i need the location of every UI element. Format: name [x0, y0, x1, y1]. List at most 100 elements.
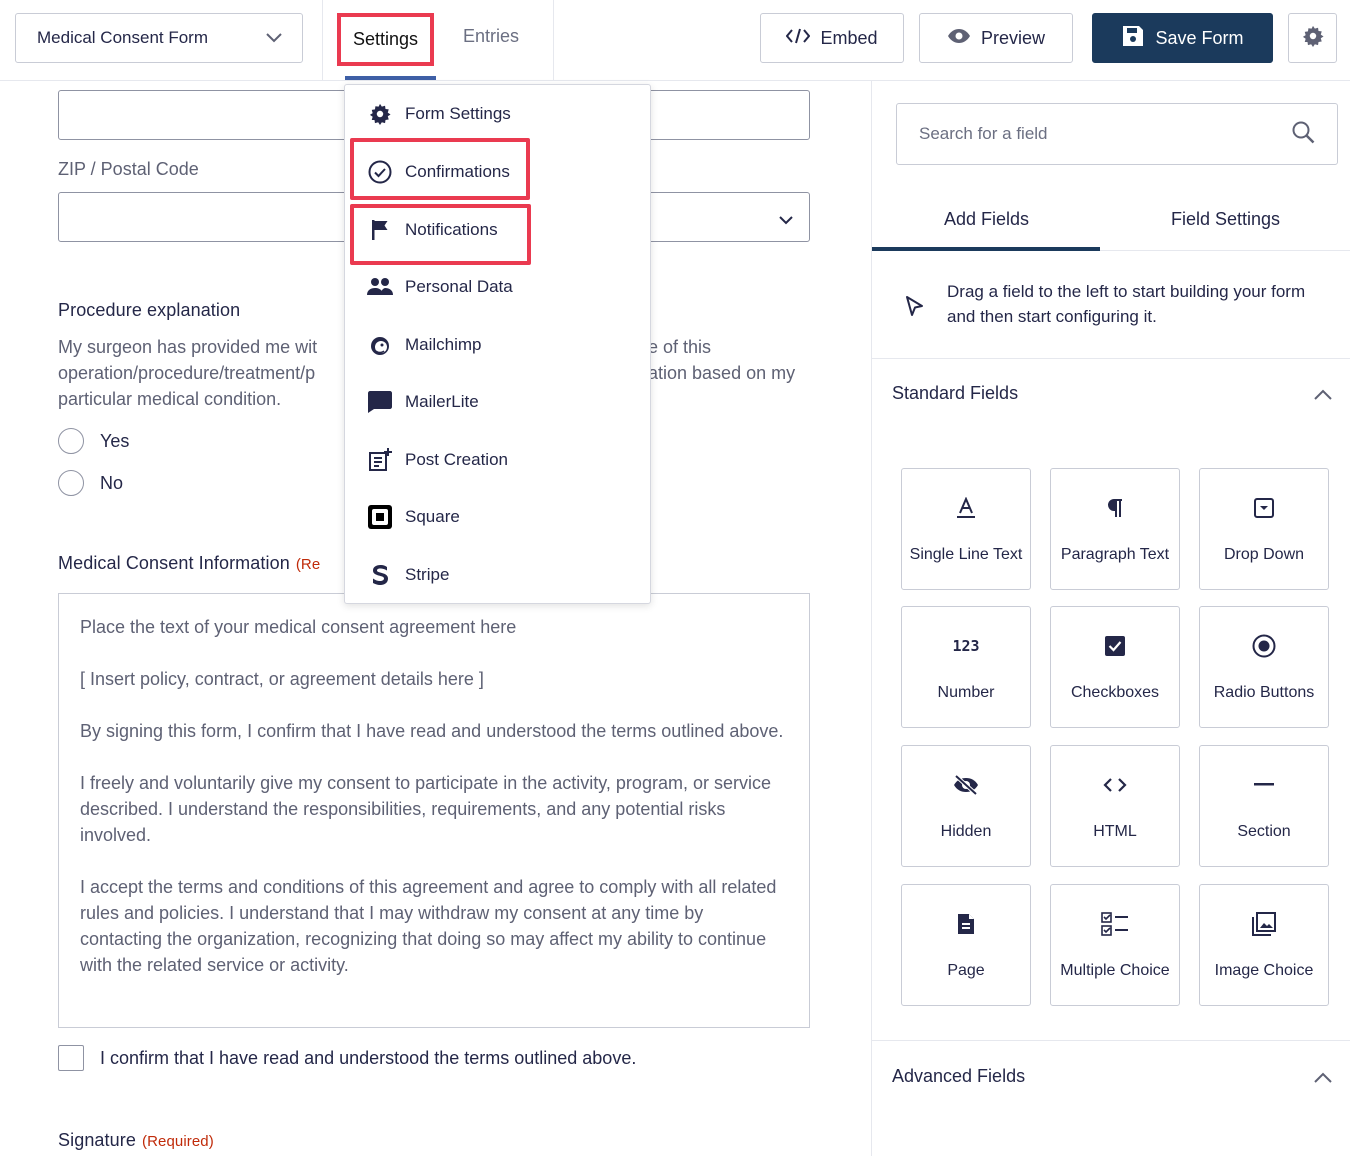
radio-label: Yes [100, 430, 130, 451]
field-tile-page[interactable]: Page [901, 884, 1031, 1006]
menu-item-label: Stripe [405, 565, 450, 584]
radio-label: No [100, 472, 124, 493]
chevron-down-icon [779, 212, 793, 230]
form-settings-gear-button[interactable] [1288, 13, 1337, 63]
code-icon [786, 28, 811, 49]
procedure-text-line1-right: e of this [648, 337, 712, 357]
consent-checkbox-label: I confirm that I have read and understoo… [100, 1047, 637, 1068]
required-indicator: (Required) [141, 1133, 214, 1150]
tab-settings[interactable]: Settings [337, 13, 434, 66]
menu-item-stripe[interactable]: Stripe [345, 553, 650, 597]
eye-icon [947, 28, 971, 49]
field-tile-radio-buttons[interactable]: Radio Buttons [1199, 606, 1329, 728]
search-placeholder: Search for a field [919, 124, 1048, 143]
flag-icon [367, 217, 393, 243]
menu-item-label: Mailchimp [405, 335, 482, 354]
zip-label: ZIP / Postal Code [58, 159, 199, 179]
menu-item-post-creation[interactable]: Post Creation [345, 438, 650, 482]
post-add-icon [367, 447, 393, 473]
consent-paragraph: Place the text of your medical consent a… [80, 617, 517, 637]
field-tile-label: Hidden [940, 823, 992, 840]
radio-icon [1200, 631, 1328, 661]
cursor-arrow-icon [905, 295, 925, 324]
settings-dropdown-menu: Form Settings Confirmations Notification… [344, 84, 651, 604]
gear-icon [367, 101, 393, 127]
embed-button[interactable]: Embed [760, 13, 904, 63]
dropdown-icon [1200, 493, 1328, 523]
menu-item-label: Notifications [405, 220, 498, 239]
field-tile-checkboxes[interactable]: Checkboxes [1050, 606, 1180, 728]
menu-item-label: MailerLite [405, 392, 479, 411]
document-icon [902, 909, 1030, 939]
radio-option-no[interactable]: No [58, 470, 123, 496]
field-tile-multiple-choice[interactable]: Multiple Choice [1050, 884, 1180, 1006]
group-divider [872, 1040, 1350, 1041]
menu-item-confirmations[interactable]: Confirmations [345, 150, 650, 194]
chat-bubble-icon [367, 389, 393, 415]
advanced-fields-heading[interactable]: Advanced Fields [892, 1066, 1025, 1087]
menu-item-mailerlite[interactable]: MailerLite [345, 380, 650, 424]
embed-label: Embed [820, 27, 878, 48]
field-tile-label: Number [937, 684, 995, 701]
images-icon [1200, 909, 1328, 939]
signature-label: Signature (Required) [58, 1130, 214, 1151]
field-tile-hidden[interactable]: Hidden [901, 745, 1031, 867]
users-icon [367, 274, 393, 300]
menu-item-personal-data[interactable]: Personal Data [345, 265, 650, 309]
tab-field-settings[interactable]: Field Settings [1171, 209, 1280, 230]
save-label: Save Form [1155, 27, 1244, 48]
procedure-text-line1-left: My surgeon has provided me wit [58, 337, 318, 357]
field-tile-html[interactable]: HTML [1050, 745, 1180, 867]
procedure-text-line2-left: operation/procedure/treatment/p [58, 363, 316, 383]
form-selector[interactable]: Medical Consent Form [15, 13, 303, 63]
checklist-icon [1051, 909, 1179, 939]
paragraph-icon [1051, 493, 1179, 523]
checkbox-icon [1051, 631, 1179, 661]
consent-confirm-checkbox-row[interactable]: I confirm that I have read and understoo… [58, 1045, 636, 1071]
field-tile-number[interactable]: 123 Number [901, 606, 1031, 728]
menu-item-label: Post Creation [405, 450, 508, 469]
consent-checkbox[interactable] [58, 1045, 84, 1071]
field-tile-drop-down[interactable]: Drop Down [1199, 468, 1329, 590]
field-search-input[interactable]: Search for a field [896, 103, 1338, 165]
field-tile-label: Checkboxes [1070, 684, 1160, 701]
field-tile-label: HTML [1093, 823, 1137, 840]
radio-option-yes[interactable]: Yes [58, 428, 129, 454]
menu-item-notifications[interactable]: Notifications [345, 208, 650, 252]
field-tile-label: Single Line Text [909, 546, 1023, 563]
square-logo-icon [367, 504, 393, 530]
save-form-button[interactable]: Save Form [1092, 13, 1273, 63]
nav-divider [322, 0, 323, 80]
code-icon [1051, 770, 1179, 800]
consent-paragraph: By signing this form, I confirm that I h… [80, 721, 784, 741]
standard-fields-heading[interactable]: Standard Fields [892, 383, 1018, 404]
tab-entries[interactable]: Entries [442, 26, 540, 47]
field-tile-label: Multiple Choice [1060, 962, 1170, 979]
search-icon [1291, 120, 1315, 149]
drag-hint-text: Drag a field to the left to start buildi… [947, 282, 1306, 326]
consent-text-box: Place the text of your medical consent a… [58, 593, 810, 1028]
field-tile-image-choice[interactable]: Image Choice [1199, 884, 1329, 1006]
mailchimp-icon [367, 332, 393, 358]
tab-add-fields[interactable]: Add Fields [944, 209, 1029, 230]
radio-circle[interactable] [58, 470, 84, 496]
chevron-down-icon [266, 28, 282, 48]
nav-divider [553, 0, 554, 80]
menu-item-square[interactable]: Square [345, 495, 650, 539]
field-tile-single-line-text[interactable]: Single Line Text [901, 468, 1031, 590]
tab-settings-label: Settings [352, 29, 419, 49]
procedure-label: Procedure explanation [58, 300, 241, 320]
radio-circle[interactable] [58, 428, 84, 454]
form-name: Medical Consent Form [37, 28, 209, 47]
preview-button[interactable]: Preview [919, 13, 1073, 63]
menu-item-form-settings[interactable]: Form Settings [345, 92, 650, 136]
field-tile-paragraph-text[interactable]: Paragraph Text [1050, 468, 1180, 590]
menu-item-mailchimp[interactable]: Mailchimp [345, 323, 650, 367]
drag-hint: Drag a field to the left to start buildi… [872, 251, 1350, 359]
field-tile-section[interactable]: Section [1199, 745, 1329, 867]
floppy-disk-icon [1121, 24, 1145, 53]
active-tab-indicator [345, 76, 436, 80]
chevron-up-icon[interactable] [1314, 387, 1332, 405]
chevron-up-icon[interactable] [1314, 1070, 1332, 1088]
field-tile-label: Paragraph Text [1060, 546, 1170, 563]
